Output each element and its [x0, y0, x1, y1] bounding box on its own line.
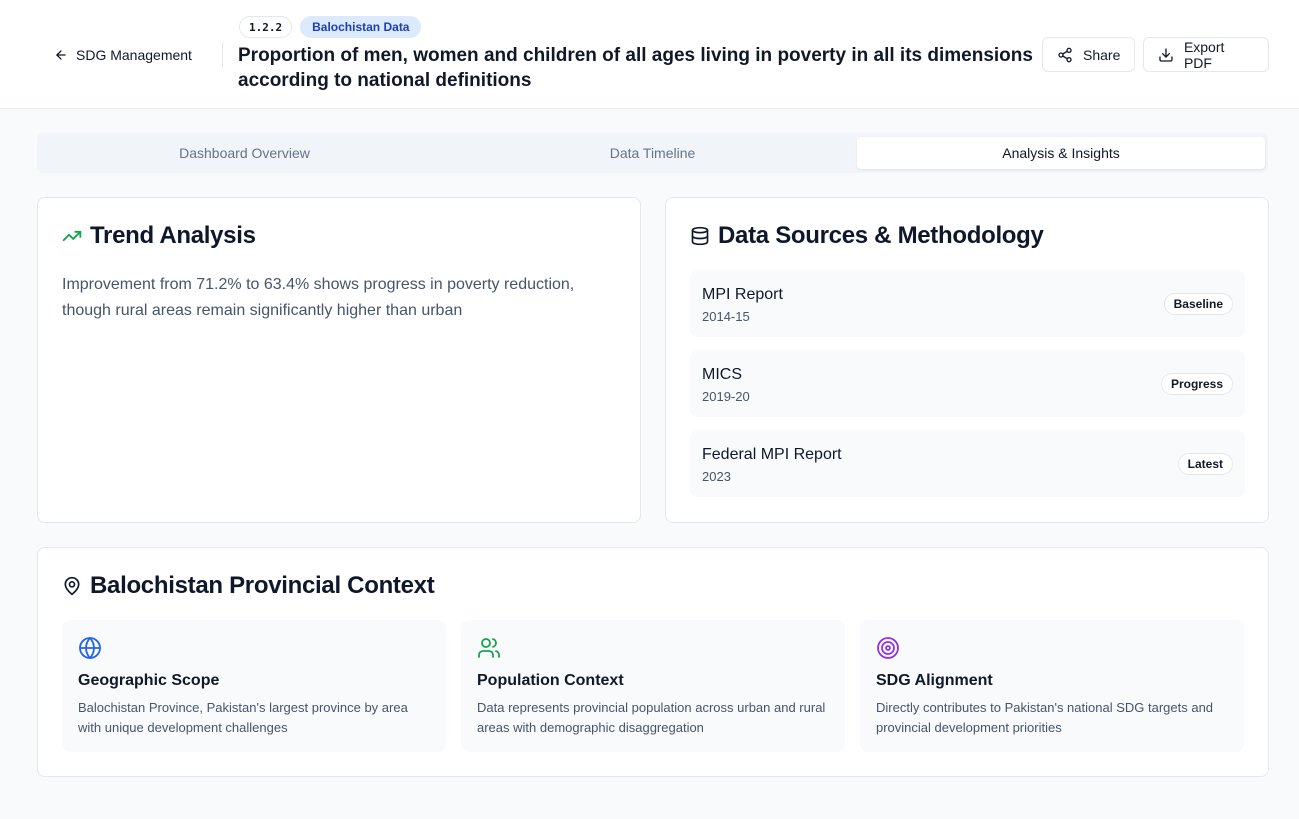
source-name: Federal MPI Report	[702, 446, 842, 463]
indicator-code-badge: 1.2.2	[239, 16, 293, 38]
back-button-label: SDG Management	[76, 47, 192, 63]
users-icon	[478, 638, 500, 658]
data-sources-title: Data Sources & Methodology	[718, 222, 1044, 249]
share-button[interactable]: Share	[1042, 37, 1135, 72]
source-name: MPI Report	[702, 286, 783, 303]
provincial-context-title: Balochistan Provincial Context	[90, 572, 435, 599]
tab-list: Dashboard Overview Data Timeline Analysi…	[37, 133, 1268, 173]
source-year: 2014-15	[702, 309, 750, 324]
trend-analysis-title: Trend Analysis	[90, 222, 256, 249]
indicator-badges: 1.2.2 Balochistan Data	[239, 16, 422, 38]
source-item: MPI Report 2014-15 Baseline	[690, 270, 1245, 337]
tab-data-timeline[interactable]: Data Timeline	[449, 137, 856, 169]
provincial-context-card: Balochistan Provincial Context Geographi…	[37, 547, 1269, 777]
data-sources-heading: Data Sources & Methodology	[690, 222, 1044, 250]
trending-up-icon	[62, 230, 82, 242]
database-icon	[691, 226, 709, 246]
context-item-sdg-alignment: SDG Alignment Directly contributes to Pa…	[860, 620, 1244, 752]
map-pin-icon	[64, 576, 80, 596]
trend-analysis-text: Improvement from 71.2% to 63.4% shows pr…	[62, 276, 575, 319]
context-item-title: SDG Alignment	[876, 672, 993, 689]
context-item-desc: Directly contributes to Pakistan's natio…	[876, 700, 1214, 735]
tab-dashboard-overview[interactable]: Dashboard Overview	[41, 137, 448, 169]
arrow-left-icon	[56, 50, 66, 60]
trend-analysis-heading: Trend Analysis	[62, 222, 256, 250]
context-item-desc: Balochistan Province, Pakistan's largest…	[78, 700, 408, 735]
source-tag: Latest	[1177, 453, 1233, 475]
context-item-geographic: Geographic Scope Balochistan Province, P…	[62, 620, 446, 752]
source-item: Federal MPI Report 2023 Latest	[690, 430, 1245, 497]
share-icon	[1058, 47, 1072, 62]
source-name: MICS	[702, 366, 742, 383]
source-tag: Baseline	[1163, 293, 1233, 315]
share-button-label: Share	[1083, 46, 1121, 63]
header-divider	[222, 42, 223, 68]
provincial-context-heading: Balochistan Provincial Context	[62, 572, 435, 600]
target-icon	[877, 637, 899, 659]
export-button-label: Export PDF	[1183, 38, 1225, 71]
export-pdf-button[interactable]: Export PDF	[1143, 37, 1269, 72]
data-sources-card: Data Sources & Methodology MPI Report 20…	[665, 197, 1269, 523]
back-button[interactable]: SDG Management	[54, 44, 192, 66]
trend-analysis-card: Trend Analysis Improvement from 71.2% to…	[37, 197, 641, 523]
page-title: Proportion of men, women and children of…	[238, 45, 1033, 91]
page-header: SDG Management 1.2.2 Balochistan Data Pr…	[0, 0, 1299, 109]
source-tag: Progress	[1160, 373, 1233, 395]
data-source-badge: Balochistan Data	[300, 16, 422, 38]
source-year: 2023	[702, 469, 731, 484]
globe-icon	[79, 637, 101, 659]
download-icon	[1159, 47, 1173, 62]
source-item: MICS 2019-20 Progress	[690, 350, 1245, 417]
source-year: 2019-20	[702, 389, 750, 404]
context-item-title: Geographic Scope	[78, 672, 220, 689]
tab-analysis-insights[interactable]: Analysis & Insights	[857, 137, 1265, 169]
context-item-desc: Data represents provincial population ac…	[477, 700, 826, 735]
context-item-title: Population Context	[477, 672, 624, 689]
context-item-population: Population Context Data represents provi…	[461, 620, 845, 752]
